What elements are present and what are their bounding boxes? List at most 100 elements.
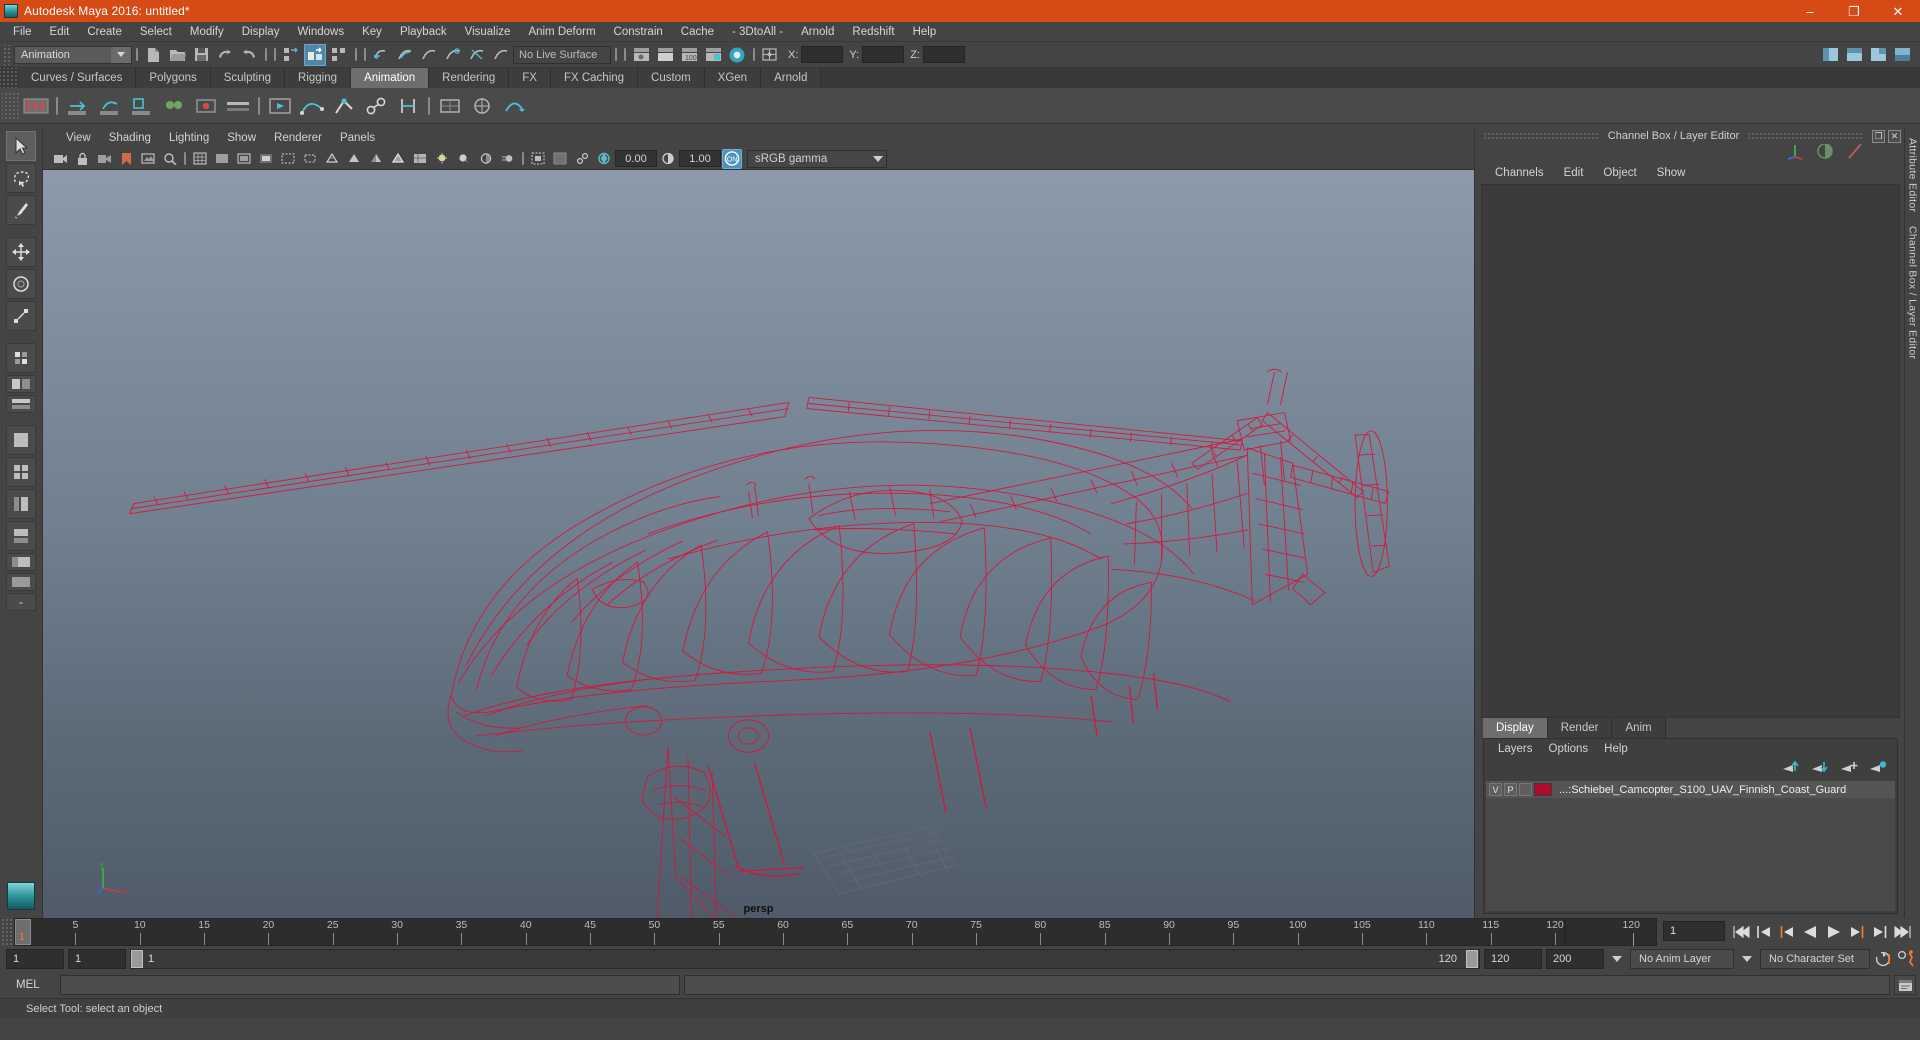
menu-item-cache[interactable]: Cache: [672, 24, 723, 40]
open-scene-icon[interactable]: [166, 44, 188, 66]
play-backwards-button[interactable]: [1800, 921, 1820, 943]
layer-row[interactable]: V P ...:Schiebel_Camcopter_S100_UAV_Finnis…: [1486, 781, 1895, 798]
gate-mask-icon[interactable]: [256, 149, 276, 169]
playblast-icon[interactable]: [265, 91, 295, 121]
smooth-bind-icon[interactable]: [393, 91, 423, 121]
viewport-menu-renderer[interactable]: Renderer: [265, 130, 331, 146]
statusbar-gripper[interactable]: [2, 44, 11, 65]
gamma-value-field[interactable]: 1.00: [679, 150, 721, 167]
perspective-viewport[interactable]: y x persp: [43, 170, 1474, 918]
channel-box-content[interactable]: [1481, 184, 1900, 718]
vertical-tab-attribute-editor[interactable]: Attribute Editor: [1907, 138, 1919, 212]
menu-item-arnold[interactable]: Arnold: [792, 24, 843, 40]
show-hide-tool-settings-icon[interactable]: 100: [678, 44, 700, 66]
create-new-layer-icon[interactable]: [1840, 760, 1858, 779]
panel-drag-dots-right[interactable]: [1747, 132, 1864, 140]
layer-menu-options[interactable]: Options: [1541, 741, 1597, 757]
playback-start-time-field[interactable]: 1: [68, 949, 126, 969]
menu-item-playback[interactable]: Playback: [391, 24, 456, 40]
menu-item-modify[interactable]: Modify: [181, 24, 233, 40]
image-plane-icon[interactable]: [138, 149, 158, 169]
set-key-icon[interactable]: [21, 91, 51, 121]
channel-menu-show[interactable]: Show: [1647, 165, 1696, 181]
layer-tab-render[interactable]: Render: [1547, 718, 1613, 738]
snap-to-projected-center-icon[interactable]: [442, 44, 464, 66]
outliner-panel-icon[interactable]: [1819, 44, 1841, 66]
menu-item-create[interactable]: Create: [78, 24, 131, 40]
menu-set-selector[interactable]: Animation: [14, 45, 132, 64]
range-slider-right-handle[interactable]: [1466, 950, 1478, 968]
xray-icon[interactable]: [550, 149, 570, 169]
channel-menu-edit[interactable]: Edit: [1554, 165, 1594, 181]
maximize-button[interactable]: ❐: [1832, 0, 1876, 22]
undo-icon[interactable]: [214, 44, 236, 66]
show-hide-attribute-editor-icon[interactable]: [654, 44, 676, 66]
chevron-down-icon[interactable]: [873, 155, 883, 162]
use-all-lights-icon[interactable]: [432, 149, 452, 169]
snap-to-view-plane-icon[interactable]: [466, 44, 488, 66]
menu-item-anim-deform[interactable]: Anim Deform: [519, 24, 604, 40]
color-management-selector[interactable]: sRGB gamma: [747, 149, 887, 168]
panel-close-button[interactable]: ✕: [1888, 129, 1901, 143]
wireframe-on-shaded-icon[interactable]: [388, 149, 408, 169]
resolution-gate-icon[interactable]: [234, 149, 254, 169]
lock-camera-icon[interactable]: [72, 149, 92, 169]
four-view-layout-button[interactable]: [6, 457, 36, 487]
shelf-tab-fx[interactable]: FX: [509, 68, 551, 88]
safe-action-icon[interactable]: [278, 149, 298, 169]
show-hide-editors-icon[interactable]: [630, 44, 652, 66]
current-time-indicator[interactable]: 1: [15, 919, 31, 945]
step-back-frame-button[interactable]: [1777, 921, 1797, 943]
select-by-component-type-icon[interactable]: [328, 44, 350, 66]
viewport-menu-view[interactable]: View: [57, 130, 100, 146]
step-back-keyframe-button[interactable]: [1754, 921, 1774, 943]
channel-menu-object[interactable]: Object: [1593, 165, 1646, 181]
camera-attributes-icon[interactable]: [94, 149, 114, 169]
move-tool-button[interactable]: [6, 237, 36, 267]
bookmark-icon[interactable]: [116, 149, 136, 169]
menu-item-select[interactable]: Select: [131, 24, 181, 40]
menu-item-3dtoall[interactable]: - 3DtoAll -: [723, 24, 792, 40]
go-to-end-button[interactable]: [1892, 921, 1912, 943]
safe-title-icon[interactable]: [300, 149, 320, 169]
smooth-shade-selected-icon[interactable]: [366, 149, 386, 169]
shelf-tab-rigging[interactable]: Rigging: [285, 68, 352, 88]
close-button[interactable]: ✕: [1876, 0, 1920, 22]
auto-key-toggle-icon[interactable]: [1874, 949, 1892, 969]
create-joint-icon[interactable]: [361, 91, 391, 121]
time-slider-gripper[interactable]: [0, 918, 14, 946]
persp-outliner-layout-button[interactable]: [6, 489, 36, 519]
shelf-tab-animation[interactable]: Animation: [351, 68, 430, 88]
smooth-shade-all-icon[interactable]: [344, 149, 364, 169]
menu-item-key[interactable]: Key: [353, 24, 391, 40]
script-editor-button[interactable]: [1894, 975, 1916, 995]
redo-icon[interactable]: [238, 44, 260, 66]
command-language-label[interactable]: MEL: [4, 979, 56, 991]
two-d-pan-zoom-icon[interactable]: [160, 149, 180, 169]
scale-tool-button[interactable]: [6, 301, 36, 331]
create-layer-from-selected-icon[interactable]: [1869, 760, 1887, 779]
anim-layer-chevron-icon[interactable]: [1738, 949, 1756, 969]
persp-outliner-layout-icon[interactable]: [1843, 44, 1865, 66]
deformer-blend-shape-icon[interactable]: [435, 91, 465, 121]
shelf-tab-xgen[interactable]: XGen: [704, 68, 762, 88]
screen-space-ao-icon[interactable]: [476, 149, 496, 169]
menu-item-redshift[interactable]: Redshift: [843, 24, 903, 40]
step-forward-keyframe-button[interactable]: [1869, 921, 1889, 943]
snap-to-point-icon[interactable]: [418, 44, 440, 66]
menu-item-visualize[interactable]: Visualize: [456, 24, 520, 40]
layer-visibility-toggle[interactable]: V: [1489, 783, 1502, 796]
set-key-translate-icon[interactable]: [63, 91, 93, 121]
viewport-menu-shading[interactable]: Shading: [100, 130, 160, 146]
layer-list[interactable]: V P ...:Schiebel_Camcopter_S100_UAV_Finnis…: [1486, 781, 1895, 911]
shadows-icon[interactable]: [454, 149, 474, 169]
layer-menu-layers[interactable]: Layers: [1490, 741, 1541, 757]
gamma-icon[interactable]: [658, 149, 678, 169]
wireframe-shading-icon[interactable]: [322, 149, 342, 169]
toolbox-expand-button[interactable]: -: [6, 593, 36, 611]
x-coord-field[interactable]: [801, 46, 844, 63]
persp-graph-layout-button[interactable]: [6, 521, 36, 551]
layer-tab-anim[interactable]: Anim: [1612, 718, 1666, 738]
command-input-field[interactable]: [60, 975, 680, 995]
animation-end-time-field[interactable]: 200: [1546, 949, 1604, 969]
